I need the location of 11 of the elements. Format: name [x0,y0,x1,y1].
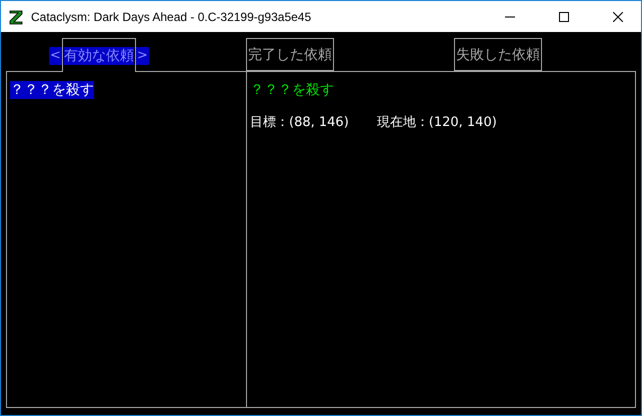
current-location: 現在地：(120, 140) [376,114,497,131]
close-icon[interactable] [613,12,623,22]
tab[interactable]: 失敗した依頼 [454,38,542,71]
mission-item[interactable]: ？？？を殺す [10,81,94,99]
window-title: Cataclysm: Dark Days Ahead - 0.C-32199-g93a5e45 [31,10,312,24]
target-coordinates: 目標：(88, 146) [250,114,349,131]
tab[interactable]: 完了した依頼 [246,38,334,71]
app-logo-icon [9,8,23,24]
maximize-icon[interactable] [559,12,569,22]
mission-title: ？？？を殺す [250,82,334,98]
tab[interactable]: 有効な依頼 [62,38,136,72]
